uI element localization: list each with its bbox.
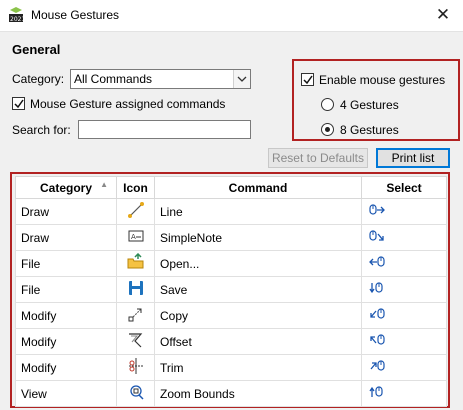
table-row[interactable]: Modify Offset <box>15 328 447 355</box>
table-header-row: Category ▲ Icon Command Select <box>15 176 447 199</box>
title-bar: 2021 Mouse Gestures ✕ <box>0 0 463 31</box>
table-row[interactable]: Modify Trim <box>15 354 447 381</box>
column-header-category-label: Category <box>39 180 92 195</box>
table-row[interactable]: View Zoom Bounds <box>15 380 447 407</box>
zoom-bounds-icon <box>129 385 144 400</box>
cell-command: Copy <box>154 302 362 329</box>
gesture-up-right-icon <box>370 360 385 371</box>
gesture-up-icon <box>369 386 383 397</box>
cell-command: Trim <box>154 354 362 381</box>
cell-category: Modify <box>15 328 117 355</box>
cell-category: File <box>15 250 117 277</box>
search-input[interactable] <box>78 120 251 139</box>
print-list-button[interactable]: Print list <box>376 148 450 168</box>
column-header-category[interactable]: Category ▲ <box>15 176 117 199</box>
offset-icon <box>128 333 142 348</box>
table-row[interactable]: File Save <box>15 276 447 303</box>
cell-category: Modify <box>15 302 117 329</box>
gesture-down-left-icon <box>370 308 385 319</box>
cell-category: File <box>15 276 117 303</box>
gesture-up-left-icon <box>370 334 385 345</box>
search-label: Search for: <box>12 123 71 137</box>
cell-command: Zoom Bounds <box>154 380 362 407</box>
table-row[interactable]: Draw A SimpleNote <box>15 224 447 251</box>
section-heading-general: General <box>12 42 61 57</box>
line-icon <box>127 202 144 218</box>
commands-table: Category ▲ Icon Command Select Draw Line … <box>15 176 447 407</box>
checkmark-icon <box>14 99 24 109</box>
simplenote-icon: A <box>128 230 143 242</box>
radio-8-gestures-label: 8 Gestures <box>340 123 399 137</box>
gesture-down-right-icon <box>369 230 384 241</box>
category-label: Category: <box>12 72 65 86</box>
chevron-down-icon[interactable] <box>233 70 250 88</box>
assigned-commands-checkbox[interactable] <box>12 97 25 110</box>
checkmark-icon <box>303 75 313 85</box>
radio-8-gestures[interactable] <box>321 123 334 136</box>
gesture-right-icon <box>369 204 385 215</box>
gesture-left-icon <box>369 256 385 267</box>
copy-icon <box>128 308 141 322</box>
open-folder-icon <box>127 252 143 269</box>
trim-icon <box>128 358 143 374</box>
gesture-down-icon <box>369 282 383 294</box>
column-header-select[interactable]: Select <box>361 176 447 199</box>
sort-ascending-icon: ▲ <box>100 180 108 189</box>
app-icon: 2021 <box>8 7 25 23</box>
window-title: Mouse Gestures <box>31 8 120 22</box>
cell-category: Draw <box>15 224 117 251</box>
cell-command: SimpleNote <box>154 224 362 251</box>
svg-text:2021: 2021 <box>10 16 24 23</box>
cell-category: View <box>15 380 117 407</box>
cell-command: Open... <box>154 250 362 277</box>
table-row[interactable]: File Open... <box>15 250 447 277</box>
enable-gestures-checkbox[interactable] <box>301 73 314 86</box>
radio-selected-dot <box>325 127 330 132</box>
svg-text:A: A <box>131 233 136 241</box>
column-header-icon[interactable]: Icon <box>116 176 155 199</box>
close-icon[interactable]: ✕ <box>431 3 455 27</box>
cell-command: Save <box>154 276 362 303</box>
table-row[interactable]: Modify Copy <box>15 302 447 329</box>
category-select-value: All Commands <box>74 72 153 86</box>
reset-to-defaults-button[interactable]: Reset to Defaults <box>268 148 368 168</box>
save-icon <box>128 281 143 295</box>
assigned-commands-label: Mouse Gesture assigned commands <box>30 97 226 111</box>
category-select[interactable]: All Commands <box>70 69 251 89</box>
cell-command: Line <box>154 198 362 225</box>
radio-4-gestures[interactable] <box>321 98 334 111</box>
column-header-command[interactable]: Command <box>154 176 362 199</box>
enable-gestures-label: Enable mouse gestures <box>319 73 446 87</box>
cell-command: Offset <box>154 328 362 355</box>
cell-category: Modify <box>15 354 117 381</box>
radio-4-gestures-label: 4 Gestures <box>340 98 399 112</box>
table-row[interactable]: Draw Line <box>15 198 447 225</box>
cell-category: Draw <box>15 198 117 225</box>
